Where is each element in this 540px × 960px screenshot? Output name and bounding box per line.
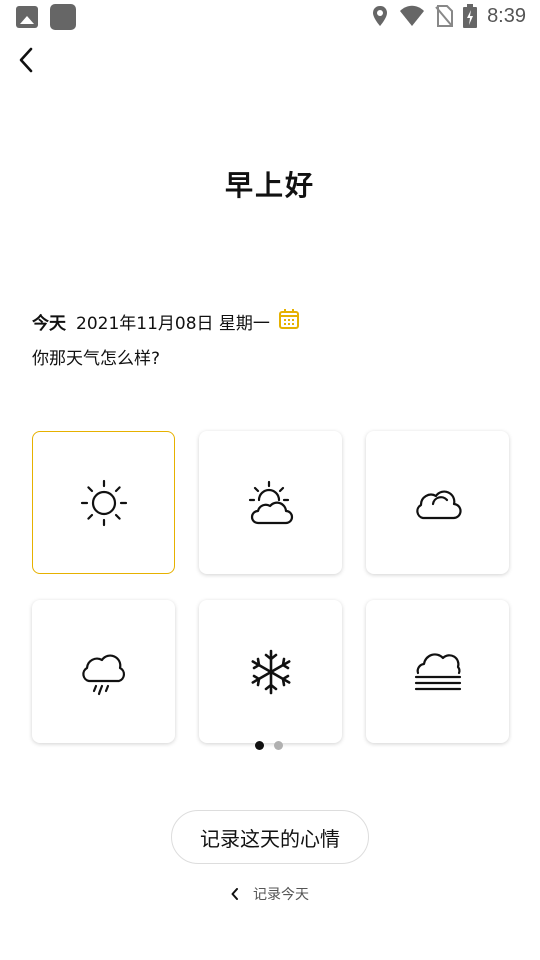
cloud-icon (415, 489, 462, 519)
image-icon (16, 6, 38, 28)
sun-icon (80, 479, 127, 526)
record-today-label: 记录今天 (253, 887, 309, 903)
rain-icon (81, 653, 125, 695)
snowflake-icon (251, 649, 291, 694)
app-square-icon (50, 4, 76, 30)
weather-option-rain[interactable] (32, 600, 175, 743)
record-today-link[interactable]: 记录今天 (0, 884, 540, 904)
weather-grid (32, 431, 510, 744)
weather-option-cloudy[interactable] (366, 431, 509, 574)
chevron-left-icon (19, 47, 33, 73)
page-dot[interactable] (274, 741, 283, 750)
weather-question: 你那天气怎么样? (32, 349, 161, 369)
status-time: 8:39 (487, 4, 526, 27)
wifi-icon (400, 5, 425, 26)
battery-charging-icon (463, 4, 478, 28)
status-bar: 8:39 (0, 0, 540, 36)
weather-option-snow[interactable] (199, 600, 342, 743)
weather-option-partly-cloudy[interactable] (199, 431, 342, 574)
today-label: 今天 (32, 314, 66, 334)
page-dot-active[interactable] (255, 741, 264, 750)
date-row: 今天 2021年11月08日 星期一 (32, 308, 300, 335)
calendar-icon[interactable] (278, 308, 300, 335)
no-sim-icon (435, 5, 454, 27)
weather-option-sunny[interactable] (32, 431, 175, 574)
weather-option-fog[interactable] (366, 600, 509, 743)
fog-icon (414, 652, 461, 690)
partly-cloudy-icon (248, 480, 293, 524)
date-text: 2021年11月08日 星期一 (76, 314, 270, 334)
chevron-left-icon (231, 888, 238, 900)
page-indicator (255, 741, 283, 750)
location-icon (373, 6, 388, 26)
record-mood-button[interactable]: 记录这天的心情 (171, 810, 369, 864)
back-button[interactable] (14, 44, 38, 76)
greeting-title: 早上好 (224, 169, 315, 202)
